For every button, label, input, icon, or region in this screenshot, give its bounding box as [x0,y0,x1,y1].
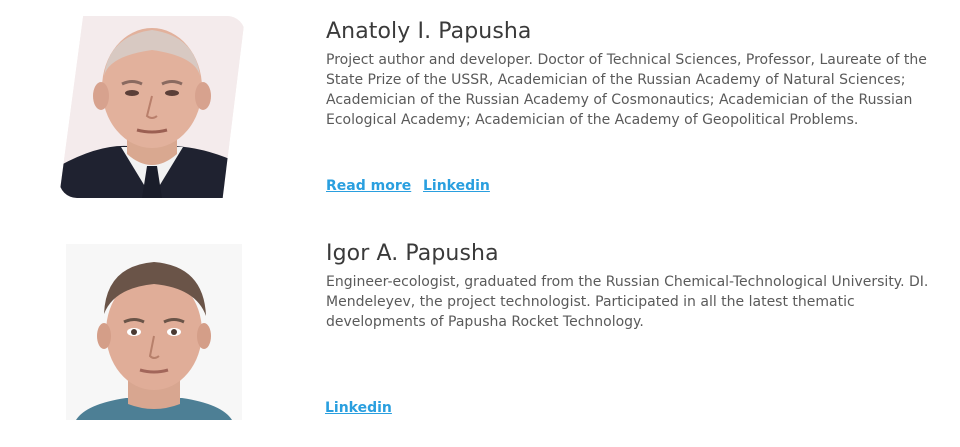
person-photo [59,16,245,198]
person-name: Anatoly I. Papusha [326,19,532,44]
linkedin-link[interactable]: Linkedin [325,400,392,416]
linkedin-link[interactable]: Linkedin [423,178,490,194]
person-name: Igor A. Papusha [326,241,499,266]
person-card: Anatoly I. Papusha Project author and de… [0,0,960,222]
portrait-image [59,16,245,198]
person-bio: Engineer-ecologist, graduated from the R… [326,274,929,330]
person-bio: Project author and developer. Doctor of … [326,52,927,128]
read-more-link[interactable]: Read more [326,178,411,194]
portrait-image [66,244,242,420]
person-photo [66,244,242,420]
person-card: Igor A. Papusha Engineer-ecologist, grad… [0,222,960,447]
